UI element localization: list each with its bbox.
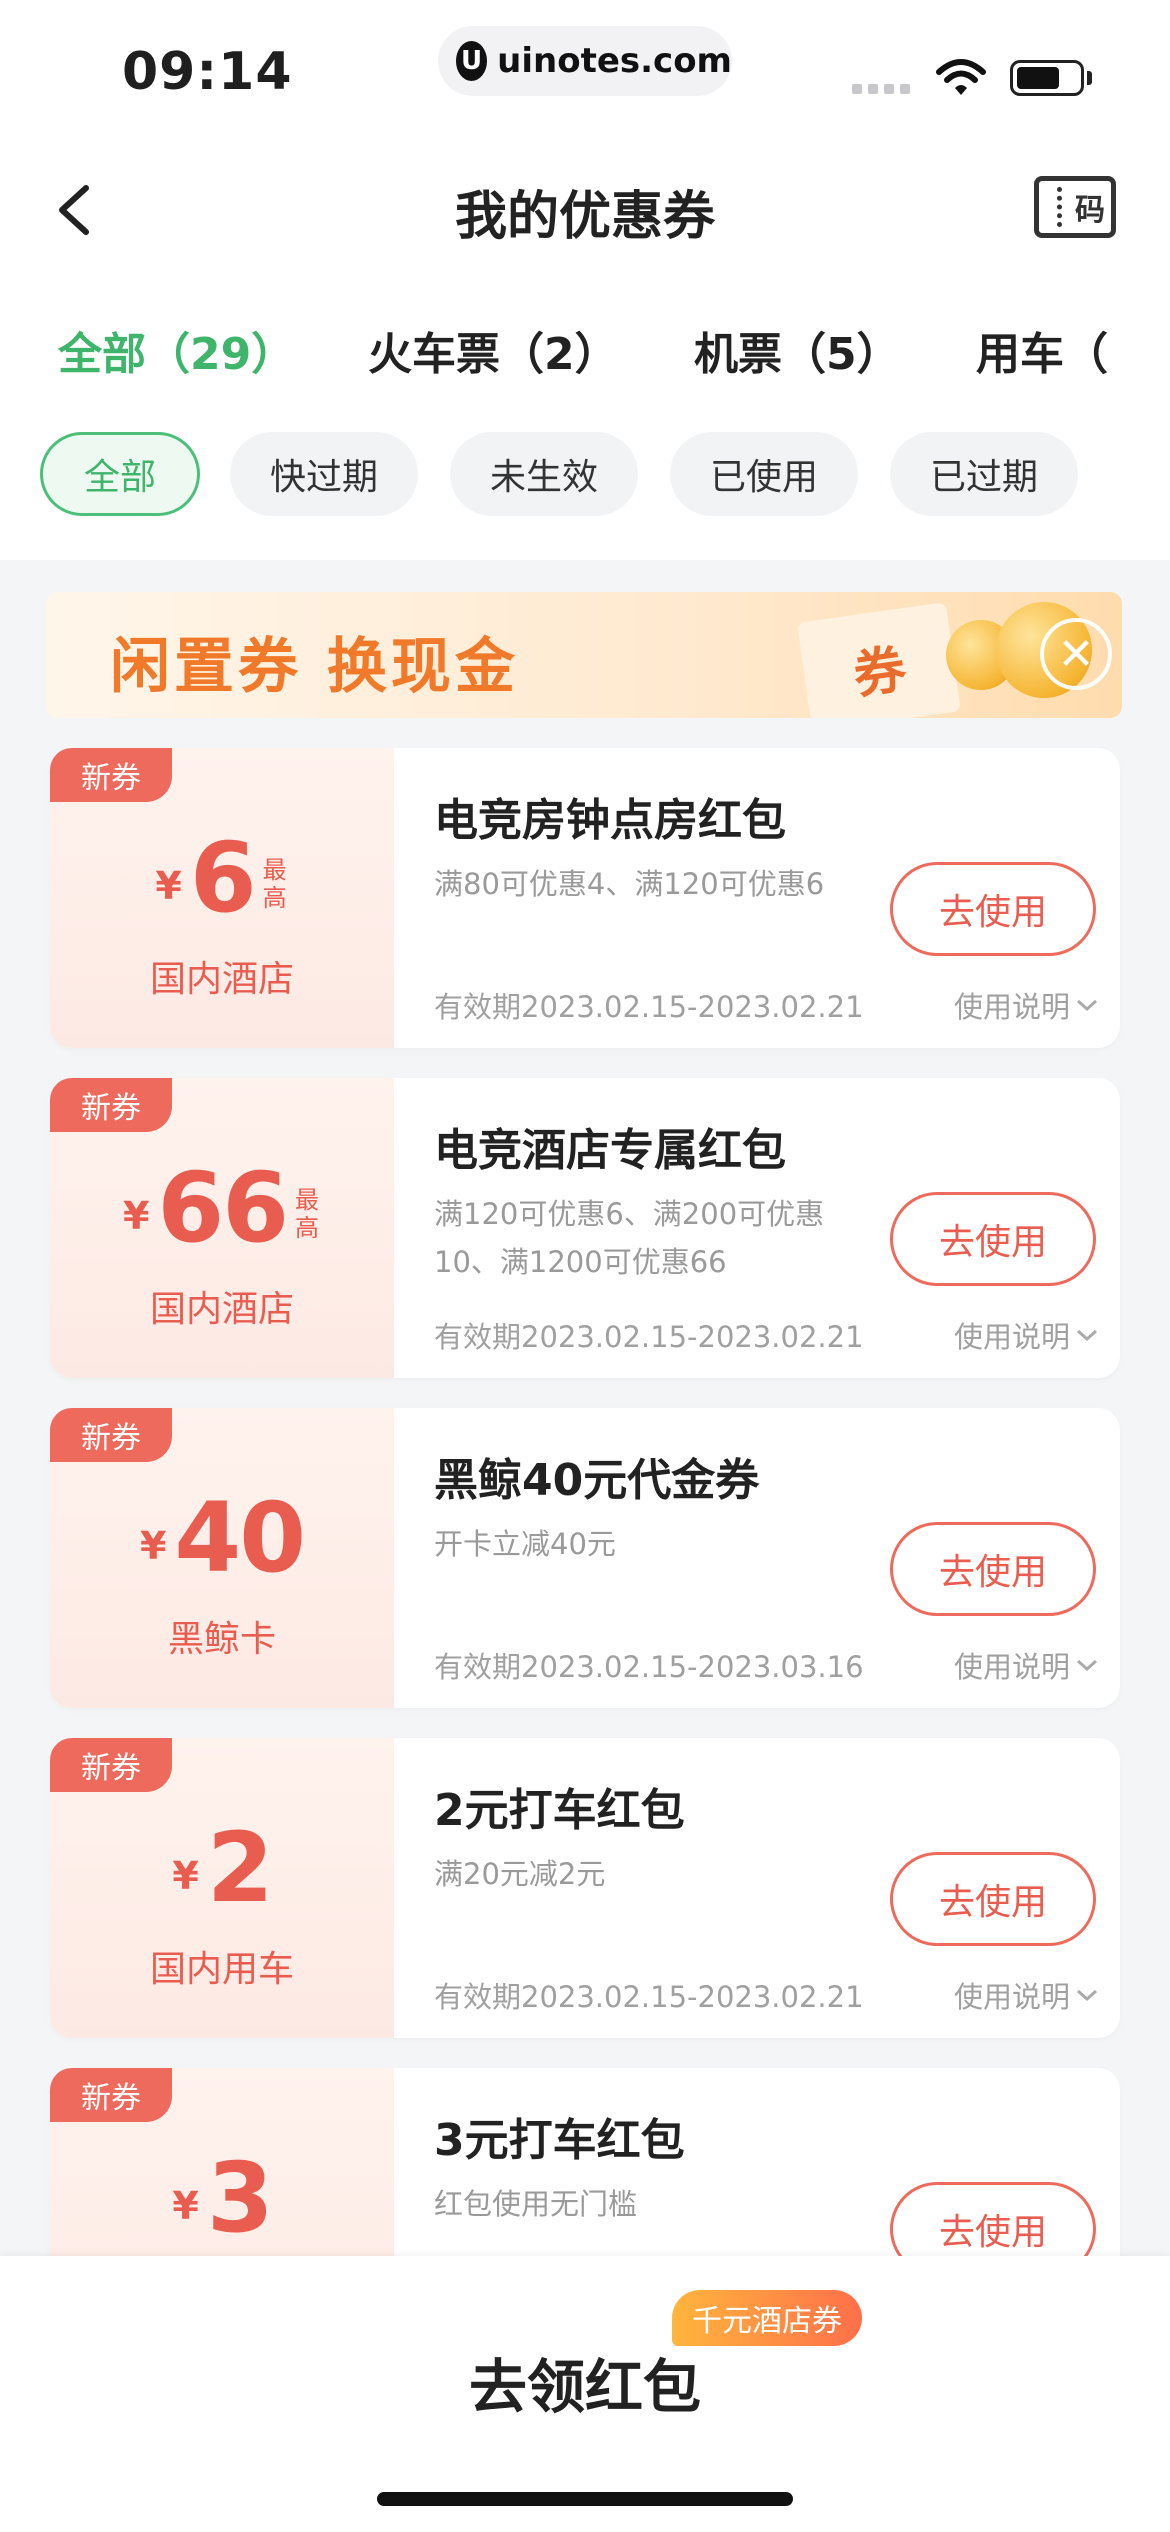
coupon-amount: ¥ 2	[50, 1820, 394, 1916]
status-time: 09:14	[122, 42, 293, 102]
tab-train[interactable]: 火车票（2）	[368, 318, 619, 382]
coupon-category: 黑鲸卡	[167, 1619, 276, 1660]
tab-flight[interactable]: 机票（5）	[694, 318, 901, 382]
chevron-down-icon	[1077, 999, 1097, 1012]
usage-instructions-link[interactable]: 使用说明	[954, 984, 1098, 1026]
coupon-category: 国内用车	[149, 1949, 294, 1990]
coupon-description: 满20元减2元	[434, 1857, 606, 1891]
navigation-bar: 我的优惠券 码	[0, 140, 1170, 280]
coupon-description: 满120可优惠6、满200可优惠10、满1200可优惠66	[434, 1197, 825, 1279]
usage-instructions-link[interactable]: 使用说明	[954, 1974, 1098, 2016]
max-label: 最高	[262, 856, 287, 912]
coupon-category: 国内酒店	[149, 959, 294, 1000]
new-coupon-badge: 新券	[50, 748, 172, 802]
coupon-card[interactable]: 新券 ¥ 2 国内用车 2元打车红包 满20元减2元 去使用 有效期2023.0…	[50, 1738, 1120, 2038]
coupon-title: 3元打车红包	[434, 2115, 685, 2166]
use-coupon-button[interactable]: 去使用	[890, 1852, 1096, 1946]
instructions-label: 使用说明	[953, 1980, 1070, 2014]
currency-symbol: ¥	[122, 1194, 150, 1238]
wifi-icon	[936, 59, 986, 95]
chevron-down-icon	[1077, 1659, 1097, 1672]
validity-period: 有效期2023.02.15-2023.03.16	[434, 1650, 864, 1684]
coupon-amount: ¥ 40	[50, 1490, 394, 1586]
code-icon-label: 码	[1075, 193, 1105, 228]
coupon-description: 红包使用无门槛	[434, 2187, 638, 2221]
validity-period: 有效期2023.02.15-2023.02.21	[434, 1980, 864, 2014]
home-indicator[interactable]	[377, 2492, 793, 2506]
coupon-category: 国内酒店	[149, 1289, 294, 1330]
claim-red-packet-button[interactable]: 去领红包	[0, 2340, 1170, 2424]
validity-period: 有效期2023.02.15-2023.02.21	[434, 990, 864, 1024]
coupon-card[interactable]: 新券 ¥ 40 黑鲸卡 黑鲸40元代金券 开卡立减40元 去使用 有效期2023…	[50, 1408, 1120, 1708]
coupon-value-panel: 新券 ¥ 6 最高 国内酒店	[50, 748, 394, 1048]
amount-value: 66	[157, 1152, 289, 1264]
coupon-title: 2元打车红包	[434, 1785, 685, 1836]
url-text: uinotes.com	[497, 41, 732, 81]
coupon-card[interactable]: 新券 ¥ 6 最高 国内酒店 电竞房钟点房红包 满80可优惠4、满120可优惠6…	[50, 748, 1120, 1048]
ticket-illustration: 券	[797, 602, 961, 718]
coupon-description: 开卡立减40元	[434, 1527, 616, 1561]
coupon-amount: ¥ 6 最高	[50, 830, 394, 926]
coupon-description: 满80可优惠4、满120可优惠6	[434, 867, 825, 901]
currency-symbol: ¥	[172, 2184, 199, 2228]
url-pill[interactable]: U uinotes.com	[438, 26, 732, 96]
chevron-down-icon	[1077, 1989, 1097, 2002]
use-coupon-button[interactable]: 去使用	[890, 1192, 1096, 1286]
coupon-title: 电竞酒店专属红包	[434, 1125, 786, 1176]
amount-value: 40	[174, 1482, 306, 1594]
battery-cap	[1087, 71, 1092, 85]
amount-value: 3	[206, 2142, 274, 2254]
promo-banner[interactable]: 闲置券 换现金 券 ✕	[46, 592, 1122, 718]
cellular-signal-icon	[852, 84, 910, 94]
coupon-value-panel: 新券 ¥ 40 黑鲸卡	[50, 1408, 394, 1708]
tab-all[interactable]: 全部（29）	[58, 318, 295, 382]
chevron-down-icon	[1077, 1329, 1097, 1342]
coupon-title: 电竞房钟点房红包	[434, 795, 786, 846]
max-label: 最高	[295, 1186, 320, 1242]
instructions-label: 使用说明	[953, 1650, 1070, 1684]
filter-expiring[interactable]: 快过期	[230, 432, 418, 516]
currency-symbol: ¥	[155, 864, 182, 908]
status-filters: 全部 快过期 未生效 已使用 已过期	[0, 420, 1170, 560]
coupon-value-panel: 新券 ¥ 66 最高 国内酒店	[50, 1078, 394, 1378]
use-coupon-button[interactable]: 去使用	[890, 1522, 1096, 1616]
new-coupon-badge: 新券	[50, 1738, 172, 1792]
usage-instructions-link[interactable]: 使用说明	[954, 1644, 1098, 1686]
coupon-card[interactable]: 新券 ¥ 66 最高 国内酒店 电竞酒店专属红包 满120可优惠6、满200可优…	[50, 1078, 1120, 1378]
banner-text: 闲置券 换现金	[110, 632, 519, 702]
filter-expired[interactable]: 已过期	[890, 432, 1078, 516]
instructions-label: 使用说明	[953, 1320, 1070, 1354]
amount-value: 2	[206, 1812, 274, 1924]
coupon-amount: ¥ 3	[50, 2150, 394, 2246]
category-tabs: 全部（29） 火车票（2） 机票（5） 用车（	[0, 280, 1170, 420]
site-logo-icon: U	[456, 41, 488, 81]
coupon-code-icon[interactable]: 码	[1034, 176, 1116, 238]
new-coupon-badge: 新券	[50, 1408, 172, 1462]
validity-period: 有效期2023.02.15-2023.02.21	[434, 1320, 864, 1354]
coupon-value-panel: 新券 ¥ 2 国内用车	[50, 1738, 394, 2038]
new-coupon-badge: 新券	[50, 2068, 172, 2122]
page-title: 我的优惠券	[454, 187, 715, 247]
battery-icon	[1010, 60, 1084, 96]
tab-car[interactable]: 用车（	[976, 318, 1108, 382]
filter-not-effective[interactable]: 未生效	[450, 432, 638, 516]
usage-instructions-link[interactable]: 使用说明	[954, 1314, 1098, 1356]
new-coupon-badge: 新券	[50, 1078, 172, 1132]
use-coupon-button[interactable]: 去使用	[890, 862, 1096, 956]
coupon-amount: ¥ 66 最高	[50, 1160, 394, 1256]
instructions-label: 使用说明	[953, 990, 1070, 1024]
bottom-action-bar: 去领红包 千元酒店券	[0, 2256, 1170, 2532]
amount-value: 6	[189, 822, 257, 934]
filter-all[interactable]: 全部	[40, 432, 200, 516]
currency-symbol: ¥	[139, 1524, 167, 1568]
currency-symbol: ¥	[172, 1854, 199, 1898]
hotel-coupon-badge: 千元酒店券	[672, 2290, 862, 2346]
status-bar: 09:14 U uinotes.com	[0, 0, 1170, 140]
filter-used[interactable]: 已使用	[670, 432, 858, 516]
close-icon[interactable]: ✕	[1040, 618, 1112, 690]
coupon-title: 黑鲸40元代金券	[434, 1455, 760, 1506]
